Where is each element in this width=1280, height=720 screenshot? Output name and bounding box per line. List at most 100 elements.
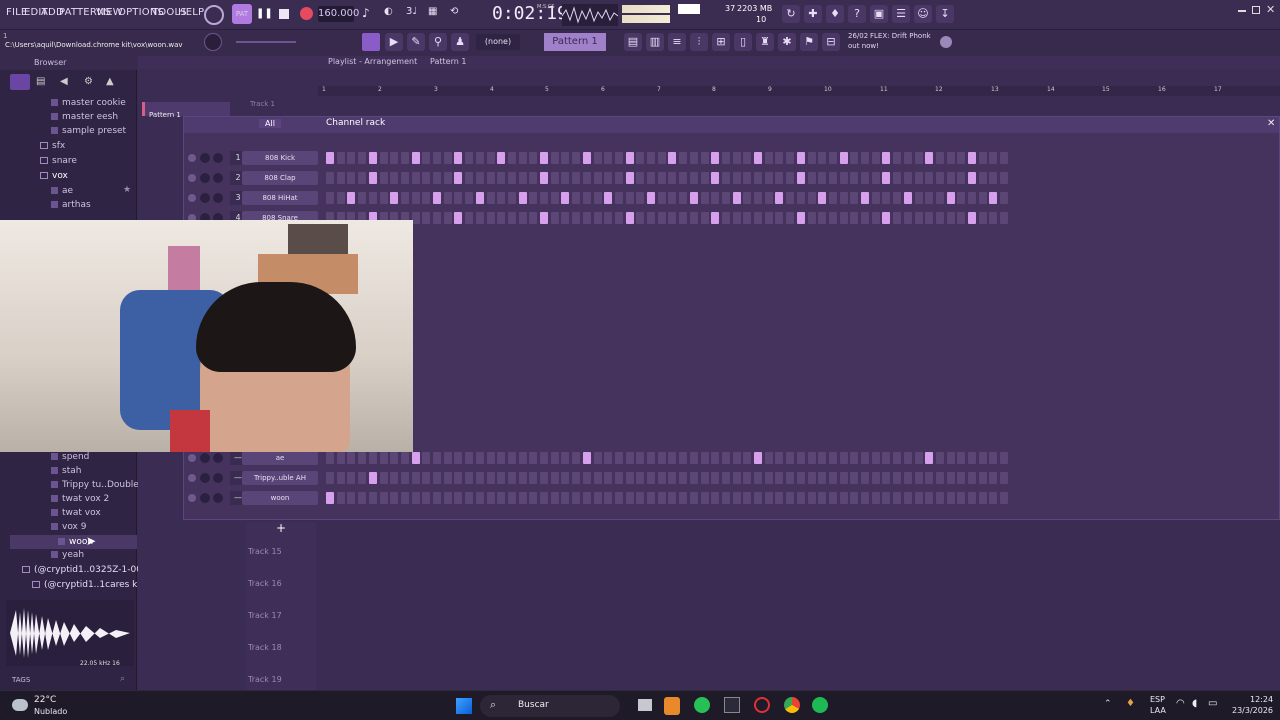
step-button[interactable] xyxy=(818,192,827,204)
step-button[interactable] xyxy=(604,212,613,224)
step-button[interactable] xyxy=(775,472,784,484)
step-button[interactable] xyxy=(1000,192,1009,204)
step-button[interactable] xyxy=(807,492,816,504)
step-button[interactable] xyxy=(550,472,559,484)
step-button[interactable] xyxy=(989,152,998,164)
step-button[interactable] xyxy=(668,172,677,184)
step-button[interactable] xyxy=(358,472,367,484)
step-button[interactable] xyxy=(882,192,891,204)
channel-mute-button[interactable] xyxy=(188,474,196,482)
step-button[interactable] xyxy=(358,452,367,464)
step-button[interactable] xyxy=(497,192,506,204)
step-button[interactable] xyxy=(614,492,623,504)
step-button[interactable] xyxy=(614,152,623,164)
step-button[interactable] xyxy=(443,492,452,504)
tree-item[interactable]: ae xyxy=(51,186,73,196)
channel-name-button[interactable]: 808 Clap xyxy=(242,171,318,185)
step-button[interactable] xyxy=(540,452,548,464)
tempo-tapper-icon[interactable]: ✱ xyxy=(778,33,796,51)
step-button[interactable] xyxy=(818,212,827,224)
mic-tray-icon[interactable]: ♦ xyxy=(1126,698,1135,709)
step-button[interactable] xyxy=(604,152,613,164)
step-button[interactable] xyxy=(818,452,827,464)
step-button[interactable] xyxy=(743,492,752,504)
step-button[interactable] xyxy=(818,172,827,184)
tray-chevron-icon[interactable]: ⌃ xyxy=(1104,699,1112,709)
step-button[interactable] xyxy=(721,212,730,224)
step-button[interactable] xyxy=(475,172,484,184)
step-button[interactable] xyxy=(861,472,869,484)
step-button[interactable] xyxy=(336,192,345,204)
step-button[interactable] xyxy=(486,492,495,504)
step-button[interactable] xyxy=(475,192,484,204)
step-button[interactable] xyxy=(497,472,506,484)
channel-volume-knob[interactable] xyxy=(200,173,210,183)
step-button[interactable] xyxy=(358,492,367,504)
step-button[interactable] xyxy=(861,172,869,184)
step-button[interactable] xyxy=(861,452,869,464)
step-button[interactable] xyxy=(422,192,431,204)
step-button[interactable] xyxy=(861,492,869,504)
step-button[interactable] xyxy=(807,472,816,484)
file-icon[interactable]: ▯ xyxy=(734,33,752,51)
step-button[interactable] xyxy=(903,452,912,464)
channel-pan-knob[interactable] xyxy=(213,153,223,163)
track-18-label[interactable]: Track 18 xyxy=(248,643,282,652)
step-button[interactable] xyxy=(978,152,987,164)
step-button[interactable] xyxy=(903,192,912,204)
step-button[interactable] xyxy=(593,212,602,224)
pattern-selector[interactable]: Pattern 1 xyxy=(544,33,606,51)
step-button[interactable] xyxy=(893,472,902,484)
step-button[interactable] xyxy=(732,472,741,484)
step-button[interactable] xyxy=(914,192,923,204)
step-button[interactable] xyxy=(454,172,463,184)
step-button[interactable] xyxy=(871,192,880,204)
tree-item[interactable]: arthas xyxy=(51,200,91,210)
step-button[interactable] xyxy=(754,192,762,204)
step-button[interactable] xyxy=(614,172,623,184)
step-button[interactable] xyxy=(764,472,773,484)
step-button[interactable] xyxy=(422,152,431,164)
step-button[interactable] xyxy=(647,192,655,204)
step-button[interactable] xyxy=(1000,172,1009,184)
step-button[interactable] xyxy=(668,472,677,484)
step-button[interactable] xyxy=(1000,152,1009,164)
help-icon[interactable]: ? xyxy=(848,5,866,23)
step-button[interactable] xyxy=(978,192,987,204)
step-button[interactable] xyxy=(422,492,431,504)
step-button[interactable] xyxy=(347,192,356,204)
step-button[interactable] xyxy=(561,212,570,224)
step-button[interactable] xyxy=(839,472,848,484)
step-button[interactable] xyxy=(433,192,441,204)
step-button[interactable] xyxy=(850,192,859,204)
timeline-ruler[interactable]: 1 2 3 4 5 6 7 8 9 10 11 12 13 14 15 16 1… xyxy=(318,86,1280,96)
step-button[interactable] xyxy=(454,452,463,464)
step-button[interactable] xyxy=(507,212,516,224)
maximize-icon[interactable] xyxy=(1252,6,1260,14)
star-icon[interactable]: ★ xyxy=(123,185,131,195)
step-button[interactable] xyxy=(732,212,741,224)
step-button[interactable] xyxy=(390,452,399,464)
step-button[interactable] xyxy=(775,212,784,224)
step-button[interactable] xyxy=(411,192,420,204)
step-button[interactable] xyxy=(807,152,816,164)
step-button[interactable] xyxy=(668,492,677,504)
volume-icon[interactable]: ◖ xyxy=(1192,698,1197,709)
step-button[interactable] xyxy=(914,172,923,184)
step-button[interactable] xyxy=(379,172,388,184)
channel-name-button[interactable]: ae xyxy=(242,451,318,465)
step-button[interactable] xyxy=(946,192,955,204)
step-button[interactable] xyxy=(550,192,559,204)
step-button[interactable] xyxy=(764,192,773,204)
step-button[interactable] xyxy=(871,152,880,164)
step-button[interactable] xyxy=(561,492,570,504)
step-button[interactable] xyxy=(443,212,452,224)
step-button[interactable] xyxy=(893,492,902,504)
play-arrow-icon[interactable]: ▶ xyxy=(385,33,403,51)
channel-volume-knob[interactable] xyxy=(200,493,210,503)
step-button[interactable] xyxy=(732,192,741,204)
step-button[interactable] xyxy=(935,152,944,164)
step-button[interactable] xyxy=(422,472,431,484)
step-button[interactable] xyxy=(625,192,634,204)
step-button[interactable] xyxy=(689,152,698,164)
